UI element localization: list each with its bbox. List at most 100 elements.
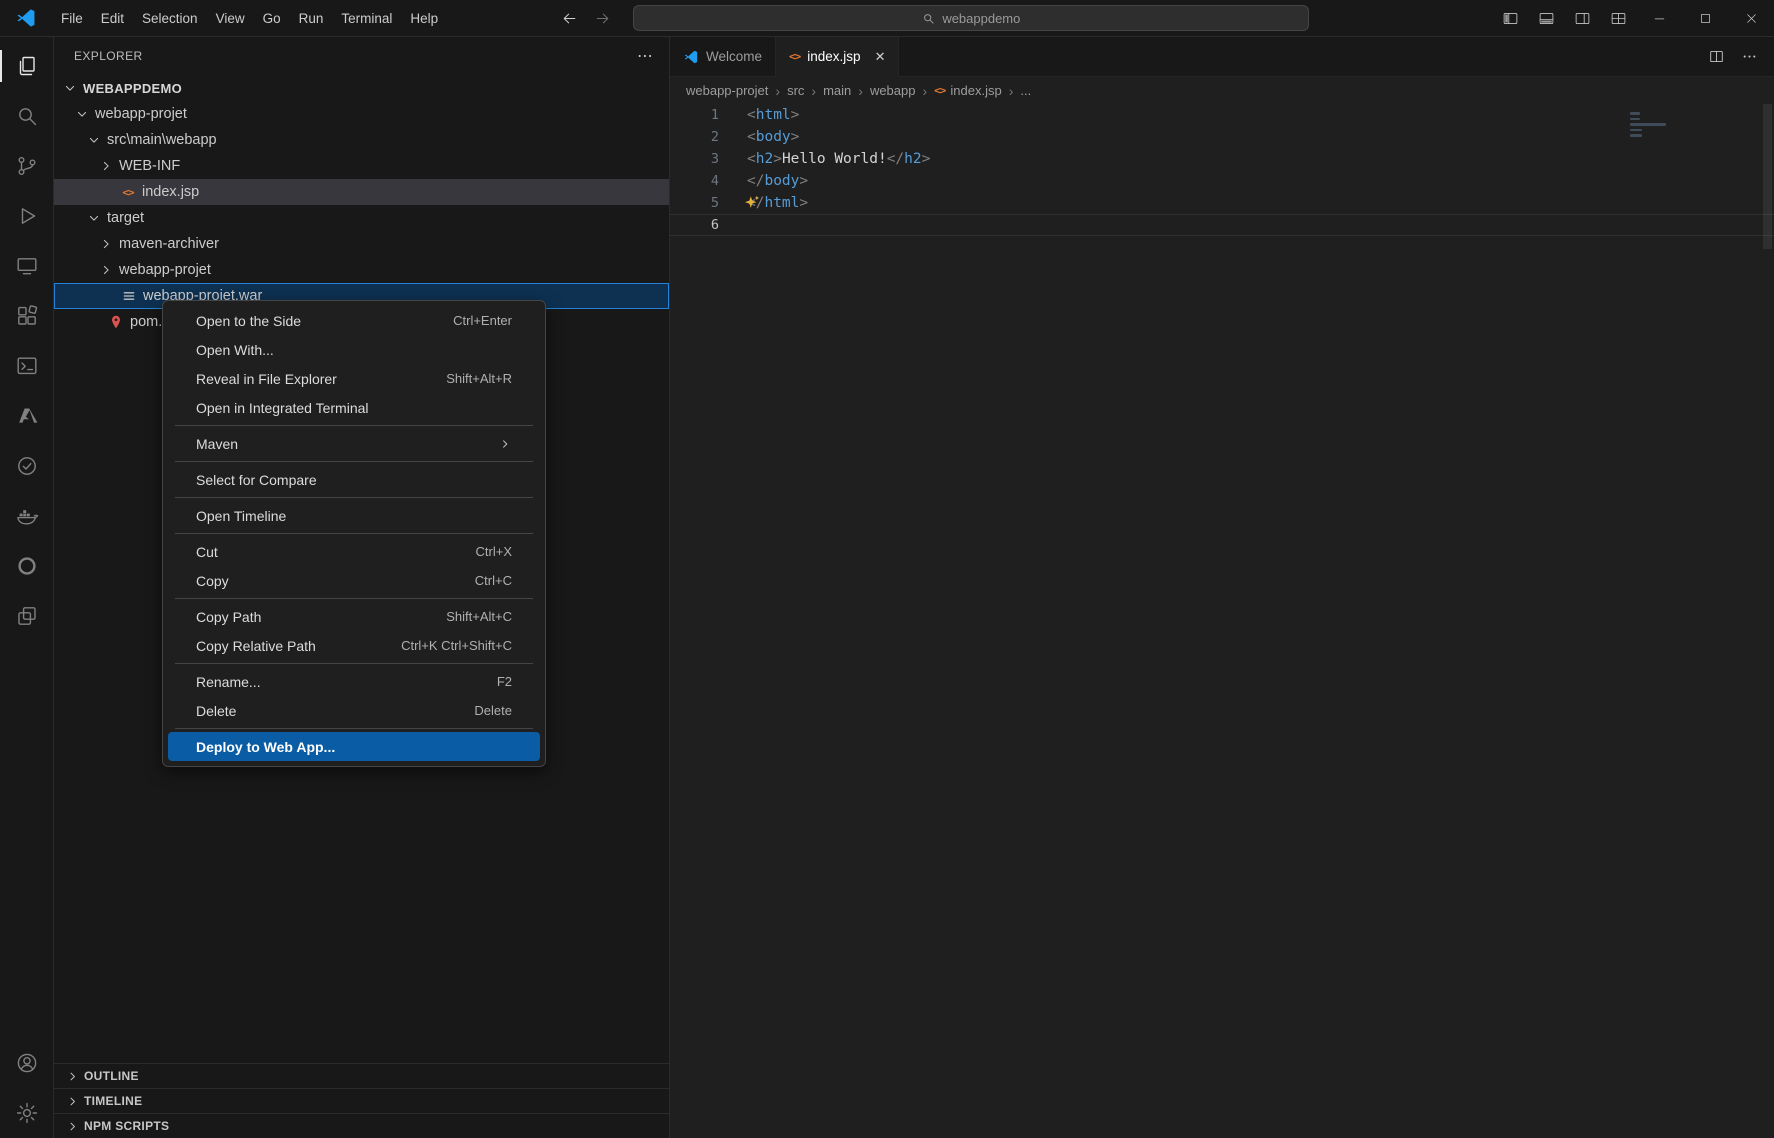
code-lines: 1<html>2<body>3<h2>Hello World!</h2>4</b… xyxy=(670,104,1774,236)
panel-npm-scripts[interactable]: NPM SCRIPTS xyxy=(54,1113,669,1138)
activity-docker[interactable] xyxy=(0,491,53,541)
tree-item-src-main-webapp[interactable]: src\main\webapp xyxy=(54,127,669,153)
minimize-icon xyxy=(1652,11,1667,26)
forward-button[interactable] xyxy=(594,10,611,27)
context-menu-item-cut[interactable]: CutCtrl+X xyxy=(168,537,540,566)
activity-extensions[interactable] xyxy=(0,291,53,341)
menu-separator xyxy=(175,598,533,599)
minimize-button[interactable] xyxy=(1636,0,1682,37)
split-editor-button[interactable] xyxy=(1708,48,1725,65)
menubar: FileEditSelectionViewGoRunTerminalHelp xyxy=(52,0,447,36)
tree-item-webapp-projet[interactable]: webapp-projet xyxy=(54,257,669,283)
close-tab-icon[interactable]: ✕ xyxy=(875,50,886,63)
breadcrumb-index-jsp[interactable]: <>index.jsp xyxy=(934,83,1002,98)
context-menu-item-copy[interactable]: CopyCtrl+C xyxy=(168,566,540,595)
minimap[interactable] xyxy=(1630,112,1670,137)
code-line-2[interactable]: 2<body> xyxy=(670,126,1774,148)
context-menu-item-maven[interactable]: Maven xyxy=(168,429,540,458)
inline-suggestion-sparkle-icon[interactable] xyxy=(743,194,760,211)
menu-run[interactable]: Run xyxy=(290,6,333,31)
context-menu-item-copy-path[interactable]: Copy PathShift+Alt+C xyxy=(168,602,540,631)
breadcrumb-main[interactable]: main xyxy=(823,83,851,98)
panel-outline[interactable]: OUTLINE xyxy=(54,1063,669,1088)
menu-view[interactable]: View xyxy=(207,6,254,31)
menu-help[interactable]: Help xyxy=(401,6,447,31)
activity-extension-circle[interactable] xyxy=(0,441,53,491)
menu-item-label: Select for Compare xyxy=(196,472,512,488)
menu-go[interactable]: Go xyxy=(254,6,290,31)
toggle-secondary-sidebar-button[interactable] xyxy=(1564,0,1600,37)
activity-manage-settings[interactable] xyxy=(0,1088,53,1138)
tab-index-jsp[interactable]: <>index.jsp✕ xyxy=(776,37,899,77)
toggle-panel-button[interactable] xyxy=(1528,0,1564,37)
context-menu-item-select-for-compare[interactable]: Select for Compare xyxy=(168,465,540,494)
context-menu-item-open-timeline[interactable]: Open Timeline xyxy=(168,501,540,530)
context-menu-item-delete[interactable]: DeleteDelete xyxy=(168,696,540,725)
context-menu-item-copy-relative-path[interactable]: Copy Relative PathCtrl+K Ctrl+Shift+C xyxy=(168,631,540,660)
breadcrumb-webapp-projet[interactable]: webapp-projet xyxy=(686,83,768,98)
code-line-1[interactable]: 1<html> xyxy=(670,104,1774,126)
activity-accounts[interactable] xyxy=(0,1038,53,1088)
menu-item-shortcut: Shift+Alt+C xyxy=(446,609,512,624)
code-editor[interactable]: 1<html>2<body>3<h2>Hello World!</h2>4</b… xyxy=(670,104,1774,1138)
context-menu-item-open-to-the-side[interactable]: Open to the SideCtrl+Enter xyxy=(168,306,540,335)
menu-selection[interactable]: Selection xyxy=(133,6,207,31)
menu-file[interactable]: File xyxy=(52,6,92,31)
tree-item-webappdemo[interactable]: WEBAPPDEMO xyxy=(54,75,669,101)
panel-timeline[interactable]: TIMELINE xyxy=(54,1088,669,1113)
context-menu-item-open-in-integrated-terminal[interactable]: Open in Integrated Terminal xyxy=(168,393,540,422)
code-line-4[interactable]: 4</body> xyxy=(670,170,1774,192)
back-button[interactable] xyxy=(561,10,578,27)
code-line-6[interactable]: 6 xyxy=(670,214,1774,236)
editor-more-actions-button[interactable] xyxy=(1741,48,1758,65)
activity-extension-ring[interactable] xyxy=(0,541,53,591)
menu-terminal[interactable]: Terminal xyxy=(332,6,401,31)
menu-item-label: Open to the Side xyxy=(196,313,453,329)
code-line-3[interactable]: 3<h2>Hello World!</h2> xyxy=(670,148,1774,170)
activity-remote-explorer[interactable] xyxy=(0,241,53,291)
activity-run-and-debug[interactable] xyxy=(0,191,53,241)
line-number: 2 xyxy=(670,126,719,148)
tree-item-maven-archiver[interactable]: maven-archiver xyxy=(54,231,669,257)
context-menu-item-reveal-in-file-explorer[interactable]: Reveal in File ExplorerShift+Alt+R xyxy=(168,364,540,393)
customize-layout-button[interactable] xyxy=(1600,0,1636,37)
breadcrumb-more[interactable]: ... xyxy=(1020,83,1031,98)
code-line-5[interactable]: 5</html> xyxy=(670,192,1774,214)
breadcrumb-src[interactable]: src xyxy=(787,83,804,98)
tree-item-label: webapp-projet xyxy=(95,106,187,122)
ellipsis-icon xyxy=(1741,48,1758,65)
tree-item-web-inf[interactable]: WEB-INF xyxy=(54,153,669,179)
jsp-file-icon: <> xyxy=(122,187,133,198)
menu-edit[interactable]: Edit xyxy=(92,6,133,31)
activity-bar xyxy=(0,37,54,1138)
activity-extension-windows[interactable] xyxy=(0,591,53,641)
activity-search[interactable] xyxy=(0,91,53,141)
context-menu-item-deploy-to-web-app[interactable]: Deploy to Web App... xyxy=(168,732,540,761)
vscode-logo-icon xyxy=(683,49,699,65)
menu-item-shortcut: Ctrl+C xyxy=(475,573,512,588)
close-button[interactable] xyxy=(1728,0,1774,37)
tree-item-index-jsp[interactable]: <>index.jsp xyxy=(54,179,669,205)
activity-azure[interactable] xyxy=(0,391,53,441)
line-content: <h2>Hello World!</h2> xyxy=(719,148,930,170)
breadcrumb-webapp[interactable]: webapp xyxy=(870,83,916,98)
check-circle-icon xyxy=(15,454,39,478)
editor-scrollbar[interactable] xyxy=(1763,104,1772,249)
tree-item-target[interactable]: target xyxy=(54,205,669,231)
menu-item-shortcut: F2 xyxy=(497,674,512,689)
more-actions-icon[interactable]: ⋯ xyxy=(637,46,653,66)
menu-separator xyxy=(175,461,533,462)
activity-terminal-extension[interactable] xyxy=(0,341,53,391)
tree-item-webapp-projet[interactable]: webapp-projet xyxy=(54,101,669,127)
minimap-line xyxy=(1630,123,1666,126)
terminal-icon xyxy=(15,354,39,378)
activity-source-control[interactable] xyxy=(0,141,53,191)
breadcrumb-separator: › xyxy=(775,83,780,99)
command-center-search[interactable]: webappdemo xyxy=(633,5,1309,31)
context-menu-item-rename[interactable]: Rename...F2 xyxy=(168,667,540,696)
context-menu-item-open-with[interactable]: Open With... xyxy=(168,335,540,364)
toggle-sidebar-button[interactable] xyxy=(1492,0,1528,37)
tab-welcome[interactable]: Welcome xyxy=(670,37,776,76)
maximize-button[interactable] xyxy=(1682,0,1728,37)
activity-explorer[interactable] xyxy=(0,41,53,91)
